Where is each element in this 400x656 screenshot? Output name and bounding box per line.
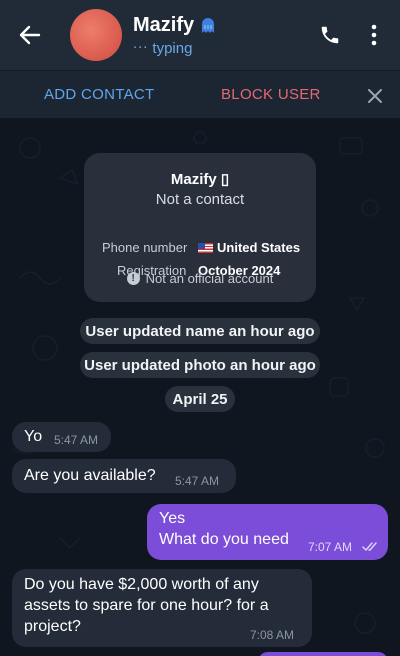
info-card-status: Not a contact: [155, 191, 245, 208]
info-card-name: Mazify: [170, 171, 217, 188]
add-contact-button[interactable]: ADD CONTACT: [44, 86, 155, 103]
message-line: Yes: [159, 510, 186, 527]
official-notice: ! Not an official account: [84, 271, 316, 286]
message-text: Are you available?: [24, 467, 156, 484]
typing-dots: ···: [133, 40, 149, 56]
outgoing-message[interactable]: Yes What do you need 7:07 AM: [147, 504, 388, 560]
official-notice-text: Not an official account: [145, 271, 274, 286]
blue-ghost-emoji-icon: [202, 18, 215, 33]
phone-number-value: United States: [217, 240, 301, 255]
info-card-title: Mazify ▯: [84, 170, 316, 188]
more-menu-button[interactable]: [354, 0, 394, 70]
close-icon: [368, 89, 382, 103]
more-vertical-icon: [371, 24, 377, 46]
phone-number-label: Phone number: [102, 240, 188, 255]
incoming-message[interactable]: Do you have $2,000 worth of any assets t…: [12, 569, 312, 647]
back-button[interactable]: [0, 0, 60, 70]
block-user-button[interactable]: BLOCK USER: [221, 86, 321, 103]
chat-area[interactable]: Mazify ▯ Not a contact Phone number Unit…: [0, 118, 400, 656]
close-action-bar-button[interactable]: [362, 83, 388, 109]
service-message: User updated photo an hour ago: [80, 352, 320, 378]
contact-action-bar: ADD CONTACT BLOCK USER: [0, 70, 400, 118]
date-separator: April 25: [165, 386, 235, 412]
arrow-left-icon: [19, 25, 41, 45]
message-line: Do you have $2,000 worth of any: [24, 576, 259, 593]
contact-info-card: Mazify ▯ Not a contact Phone number Unit…: [84, 153, 316, 302]
chat-title-block[interactable]: Mazify ··· typing: [133, 14, 310, 57]
message-line: assets to spare for one hour? for a: [24, 597, 269, 614]
message-text: Yo: [24, 428, 43, 445]
avatar[interactable]: [70, 9, 122, 61]
info-icon: !: [126, 272, 140, 285]
phone-icon: [321, 26, 339, 44]
message-time: 7:08 AM: [250, 628, 295, 642]
incoming-message[interactable]: Are you available? 5:47 AM: [12, 459, 236, 493]
us-flag-icon: [198, 243, 213, 253]
call-button[interactable]: [310, 0, 350, 70]
message-time: 7:07 AM: [308, 540, 353, 554]
message-line: What do you need: [159, 531, 289, 548]
message-time: 5:47 AM: [175, 474, 220, 488]
message-line: project?: [24, 618, 81, 635]
chat-status: typing: [152, 39, 193, 57]
incoming-message[interactable]: Yo 5:47 AM: [12, 422, 111, 452]
service-message: User updated name an hour ago: [80, 318, 320, 344]
info-card-name-suffix: ▯: [220, 171, 230, 188]
chat-name: Mazify: [133, 13, 195, 36]
message-time: 5:47 AM: [54, 433, 99, 447]
read-double-check-icon: [362, 542, 377, 551]
outgoing-message-partial[interactable]: [258, 652, 388, 656]
chat-header: Mazify ··· typing: [0, 0, 400, 70]
